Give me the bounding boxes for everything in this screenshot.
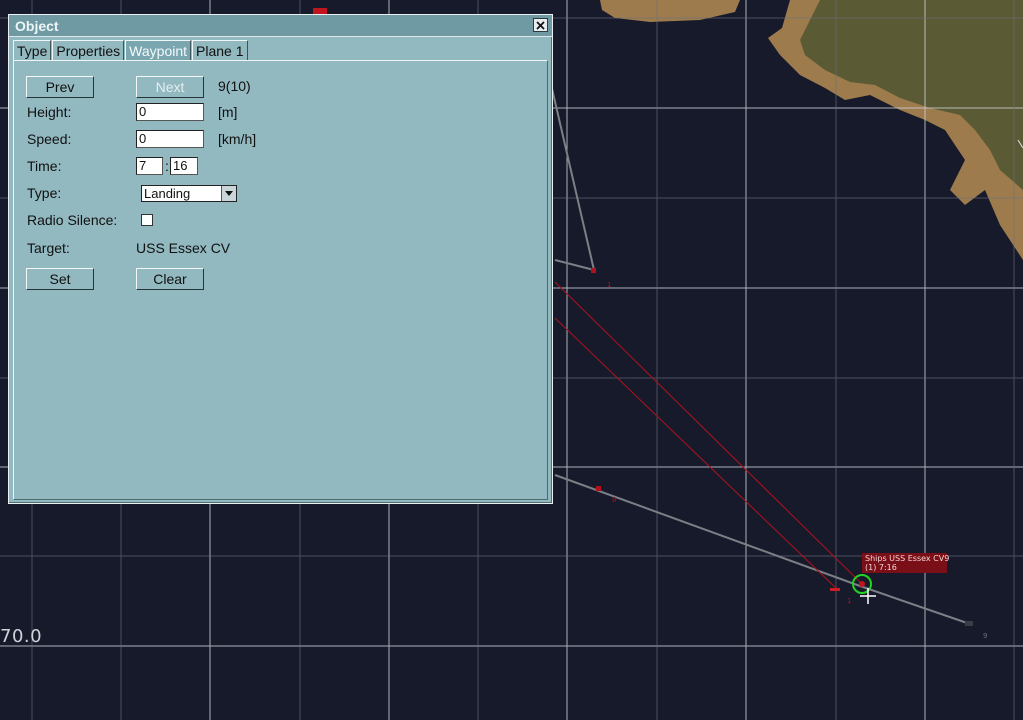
time-hours-input[interactable]: 7 bbox=[136, 157, 163, 175]
radio-silence-checkbox[interactable] bbox=[141, 214, 153, 226]
waypoint-label: 1 bbox=[607, 281, 611, 289]
waypoint-label: 1 bbox=[847, 597, 851, 605]
speed-input[interactable]: 0 bbox=[136, 130, 204, 148]
tab-waypoint[interactable]: Waypoint bbox=[125, 40, 192, 60]
prev-button[interactable]: Prev bbox=[26, 76, 94, 98]
target-label: Target: bbox=[27, 240, 70, 256]
chevron-down-icon[interactable] bbox=[221, 186, 236, 201]
time-label: Time: bbox=[27, 158, 62, 174]
time-separator: : bbox=[165, 158, 169, 174]
tab-properties[interactable]: Properties bbox=[52, 40, 125, 60]
clear-button[interactable]: Clear bbox=[136, 268, 204, 290]
waypoint-marker bbox=[591, 268, 596, 273]
waypoint-marker bbox=[965, 621, 973, 626]
height-label: Height: bbox=[27, 104, 72, 120]
waypoint-index: 9(10) bbox=[218, 78, 251, 94]
ship-marker bbox=[859, 581, 865, 587]
radio-silence-label: Radio Silence: bbox=[27, 212, 118, 228]
tab-type[interactable]: Type bbox=[13, 40, 52, 60]
object-dialog: Object Type Properties Waypoint Plane 1 … bbox=[8, 14, 553, 504]
close-button[interactable] bbox=[533, 18, 548, 32]
dialog-title: Object bbox=[15, 18, 59, 34]
ship-label-time: (1) 7:16 bbox=[865, 563, 897, 572]
coordinate-label: 70.0 bbox=[0, 626, 43, 647]
type-select[interactable]: Landing bbox=[141, 185, 237, 202]
type-label: Type: bbox=[27, 185, 62, 201]
type-select-value: Landing bbox=[144, 186, 191, 201]
next-button[interactable]: Next bbox=[136, 76, 204, 98]
height-input[interactable]: 0 bbox=[136, 103, 204, 121]
set-button[interactable]: Set bbox=[26, 268, 94, 290]
dialog-tabs: Type Properties Waypoint Plane 1 bbox=[13, 40, 249, 60]
ship-label-name: Ships USS Essex CV9 bbox=[865, 554, 950, 563]
waypoint-panel: Prev Next 9(10) Height: 0 [m] Speed: 0 [… bbox=[13, 60, 548, 500]
target-value: USS Essex CV bbox=[136, 240, 231, 256]
ship-label: Ships USS Essex CV9 (1) 7:16 bbox=[862, 553, 950, 573]
tab-plane-1[interactable]: Plane 1 bbox=[192, 40, 248, 60]
waypoint-label: 9 bbox=[983, 632, 987, 640]
waypoint-marker bbox=[596, 486, 601, 491]
waypoint-marker bbox=[830, 588, 840, 591]
time-minutes-input[interactable]: 16 bbox=[170, 157, 198, 175]
speed-label: Speed: bbox=[27, 131, 72, 147]
close-icon bbox=[536, 20, 545, 30]
dialog-titlebar[interactable]: Object bbox=[9, 15, 552, 37]
height-unit: [m] bbox=[218, 104, 238, 120]
waypoint-label: 8 bbox=[612, 496, 616, 504]
speed-unit: [km/h] bbox=[218, 131, 257, 147]
